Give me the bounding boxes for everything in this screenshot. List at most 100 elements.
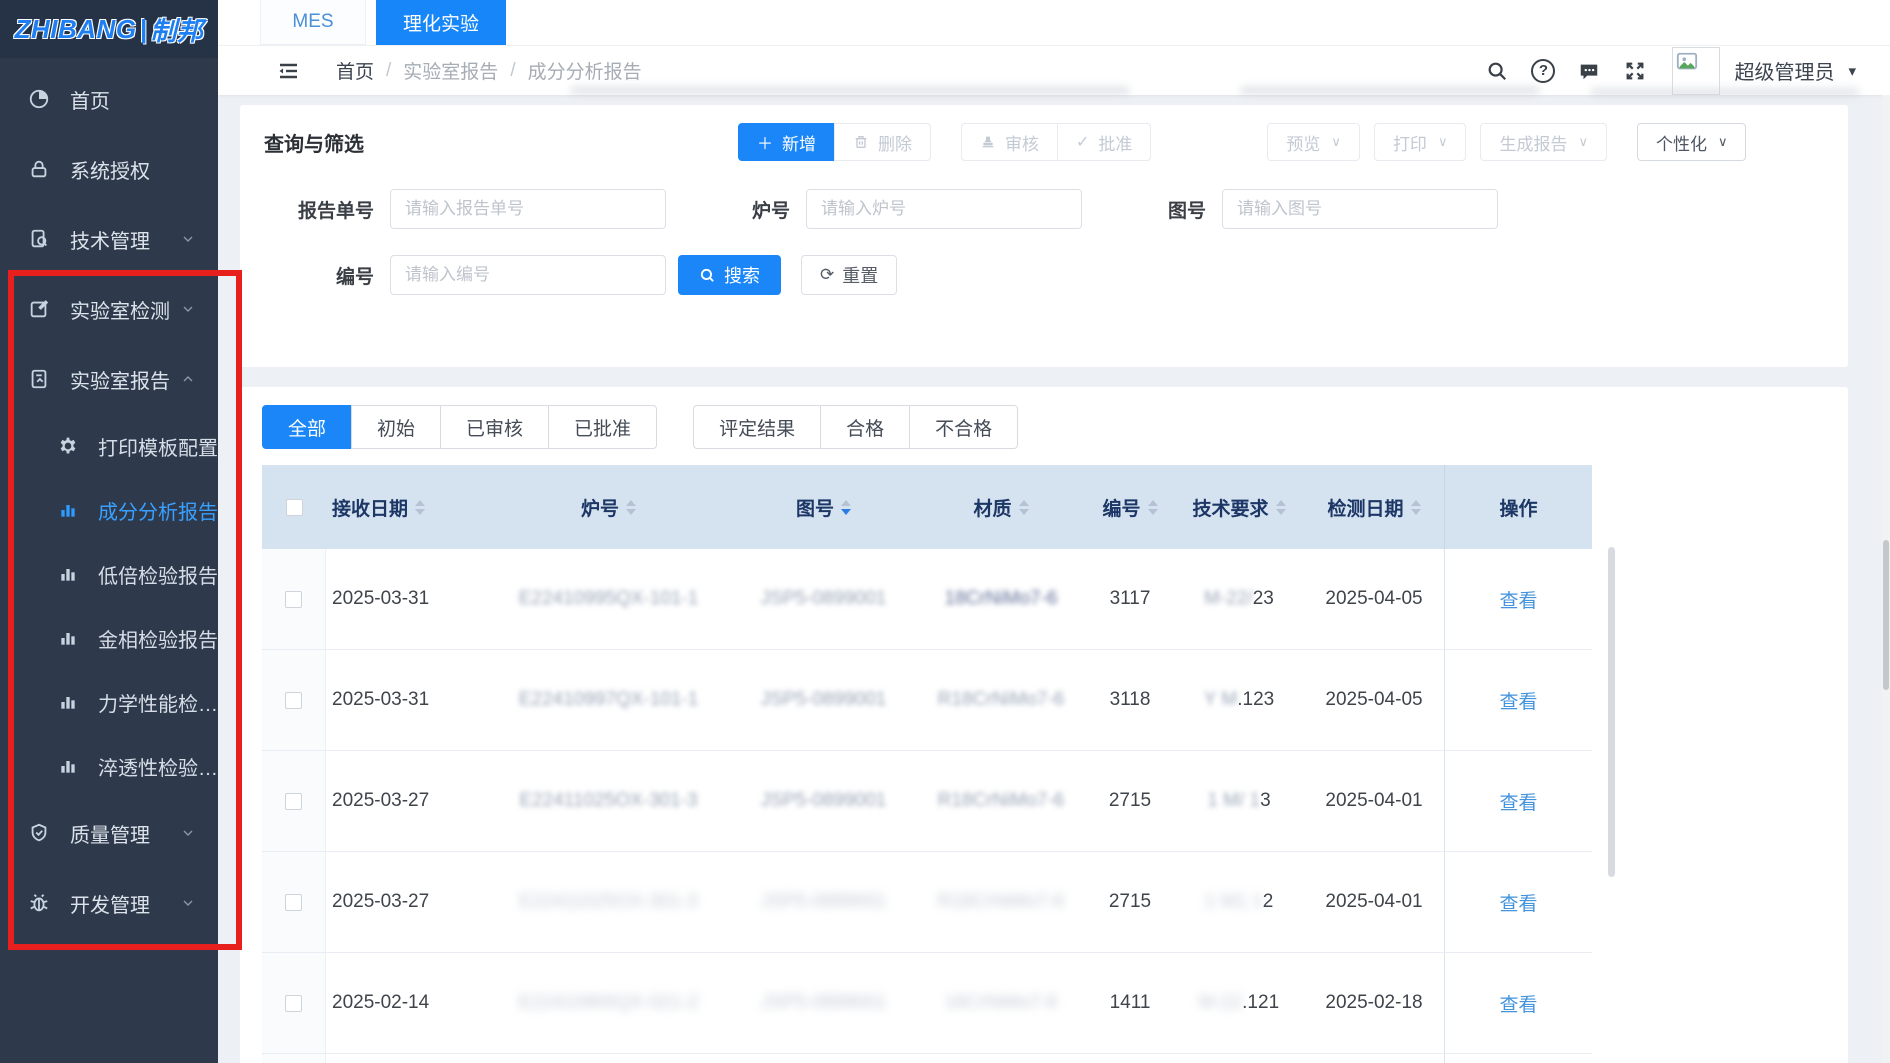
cell-furnace-no-redacted: E22411025OX-301-3 xyxy=(486,852,731,952)
filter-panel-title: 查询与筛选 xyxy=(264,128,364,157)
page-scrollbar[interactable] xyxy=(1882,95,1890,1063)
sidebar-item-label: 开发管理 xyxy=(70,889,150,918)
cell-receive-date: 2025-03-31 xyxy=(326,650,486,750)
sidebar-menu: 首页 系统授权 技术管理 实验室检测 xyxy=(0,58,218,938)
caret-down-icon[interactable]: ▾ xyxy=(1848,62,1856,80)
page-scrollbar-thumb[interactable] xyxy=(1883,540,1889,690)
approve-button[interactable]: ✓ 批准 xyxy=(1057,123,1151,161)
generate-report-button[interactable]: 生成报告 ∨ xyxy=(1480,123,1607,161)
search-button[interactable]: 搜索 xyxy=(678,255,781,295)
row-checkbox[interactable] xyxy=(285,894,302,911)
sidebar-item-label: 首页 xyxy=(70,85,110,114)
sidebar-item-label: 成分分析报告 xyxy=(98,496,218,525)
result-tab-unqualified[interactable]: 不合格 xyxy=(909,405,1018,449)
sort-icon[interactable] xyxy=(1019,500,1029,515)
col-furnace-no[interactable]: 炉号 xyxy=(486,465,731,549)
cell-material-redacted: R18CrNiMo7-6 xyxy=(916,751,1086,851)
fullscreen-icon[interactable] xyxy=(1620,56,1650,86)
furnace-no-input[interactable] xyxy=(806,189,1082,229)
drawing-no-input[interactable] xyxy=(1222,189,1498,229)
reset-button[interactable]: ⟳ 重置 xyxy=(801,255,897,295)
sidebar-item-lab-test[interactable]: 实验室检测 xyxy=(0,274,218,344)
toolbar: ＋ 新增 删除 xyxy=(738,123,1746,161)
print-button[interactable]: 打印 ∨ xyxy=(1374,123,1467,161)
result-tab-qualified[interactable]: 合格 xyxy=(820,405,910,449)
redaction-smudge xyxy=(570,86,1130,95)
breadcrumb-home[interactable]: 首页 xyxy=(336,57,374,84)
table-scrollbar-thumb[interactable] xyxy=(1608,547,1615,877)
status-tabs: 全部 初始 已审核 已批准 评定结果 合格 不合格 xyxy=(262,405,1826,449)
sidebar-item-tech-mgmt[interactable]: 技术管理 xyxy=(0,204,218,274)
col-test-date[interactable]: 检测日期 xyxy=(1304,465,1444,549)
col-serial-no[interactable]: 编号 xyxy=(1086,465,1174,549)
chevron-down-icon: ∨ xyxy=(1718,134,1728,150)
sidebar-item-composition-report[interactable]: 成分分析报告 xyxy=(0,478,218,542)
delete-button[interactable]: 删除 xyxy=(834,123,931,161)
status-tab-all[interactable]: 全部 xyxy=(262,405,352,449)
add-button[interactable]: ＋ 新增 xyxy=(738,123,835,161)
view-link[interactable]: 查看 xyxy=(1499,990,1537,1017)
sort-icon[interactable] xyxy=(415,500,425,515)
preview-button[interactable]: 预览 ∨ xyxy=(1267,123,1360,161)
edit-icon xyxy=(28,298,50,320)
review-button[interactable]: 审核 xyxy=(961,123,1058,161)
sidebar-item-dev-mgmt[interactable]: 开发管理 xyxy=(0,868,218,938)
personalize-button[interactable]: 个性化 ∨ xyxy=(1637,123,1747,161)
row-checkbox[interactable] xyxy=(285,591,302,608)
sidebar-item-print-template[interactable]: 打印模板配置 xyxy=(0,414,218,478)
breadcrumb-lab-report[interactable]: 实验室报告 xyxy=(403,57,498,84)
sidebar-item-lab-report[interactable]: 实验室报告 xyxy=(0,344,218,414)
brand-logo-text: ZHIBANG xyxy=(15,14,137,45)
search-icon xyxy=(699,267,716,284)
current-user-name[interactable]: 超级管理员 xyxy=(1734,56,1834,85)
row-checkbox[interactable] xyxy=(285,995,302,1012)
lock-icon xyxy=(28,158,50,180)
cell-receive-date: 2025-02-14 xyxy=(326,953,486,1053)
col-tech-req[interactable]: 技术要求 xyxy=(1174,465,1304,549)
view-link[interactable]: 查看 xyxy=(1499,889,1537,916)
sidebar-collapse-icon[interactable] xyxy=(276,59,300,83)
help-icon[interactable]: ? xyxy=(1528,56,1558,86)
sidebar-item-quality-mgmt[interactable]: 质量管理 xyxy=(0,798,218,868)
col-material[interactable]: 材质 xyxy=(916,465,1086,549)
col-drawing-no[interactable]: 图号 xyxy=(731,465,916,549)
sort-icon[interactable] xyxy=(1148,500,1158,515)
status-tab-approved[interactable]: 已批准 xyxy=(548,405,657,449)
col-receive-date[interactable]: 接收日期 xyxy=(326,465,486,549)
tab-physchem-lab[interactable]: 理化实验 xyxy=(376,0,506,45)
cell-test-date: 2025-02-18 xyxy=(1304,953,1444,1053)
view-link[interactable]: 查看 xyxy=(1499,788,1537,815)
delete-button-label: 删除 xyxy=(878,130,912,155)
cell-drawing-no-redacted: JSP5-0899001 xyxy=(731,549,916,649)
sort-icon[interactable] xyxy=(1411,500,1421,515)
status-tab-reviewed[interactable]: 已审核 xyxy=(440,405,549,449)
sidebar-item-hardenability-report[interactable]: 淬透性检验… xyxy=(0,734,218,798)
sidebar-item-system-auth[interactable]: 系统授权 xyxy=(0,134,218,204)
view-link[interactable]: 查看 xyxy=(1499,586,1537,613)
status-tab-initial[interactable]: 初始 xyxy=(351,405,441,449)
sidebar-item-metallographic-report[interactable]: 金相检验报告 xyxy=(0,606,218,670)
redaction-smudge xyxy=(1590,88,1860,96)
serial-no-label: 编号 xyxy=(264,262,374,289)
sort-icon[interactable] xyxy=(1276,500,1286,515)
row-checkbox[interactable] xyxy=(285,793,302,810)
sidebar-item-lowmag-report[interactable]: 低倍检验报告 xyxy=(0,542,218,606)
table-row xyxy=(262,1054,1592,1063)
chevron-down-icon xyxy=(180,231,196,247)
sort-icon[interactable] xyxy=(626,500,636,515)
bar-chart-icon xyxy=(58,755,78,777)
serial-no-input[interactable] xyxy=(390,255,666,295)
search-icon[interactable] xyxy=(1482,56,1512,86)
sidebar-item-home[interactable]: 首页 xyxy=(0,64,218,134)
select-all-checkbox[interactable] xyxy=(286,499,303,516)
sidebar-item-mechanical-report[interactable]: 力学性能检… xyxy=(0,670,218,734)
tab-mes[interactable]: MES xyxy=(260,0,366,45)
message-icon[interactable] xyxy=(1574,56,1604,86)
sort-icon-active-desc[interactable] xyxy=(841,500,851,515)
dashboard-icon xyxy=(28,88,50,110)
report-no-input[interactable] xyxy=(390,189,666,229)
row-checkbox[interactable] xyxy=(285,692,302,709)
cell-test-date: 2025-04-05 xyxy=(1304,549,1444,649)
result-tab-label[interactable]: 评定结果 xyxy=(693,405,821,449)
view-link[interactable]: 查看 xyxy=(1499,687,1537,714)
